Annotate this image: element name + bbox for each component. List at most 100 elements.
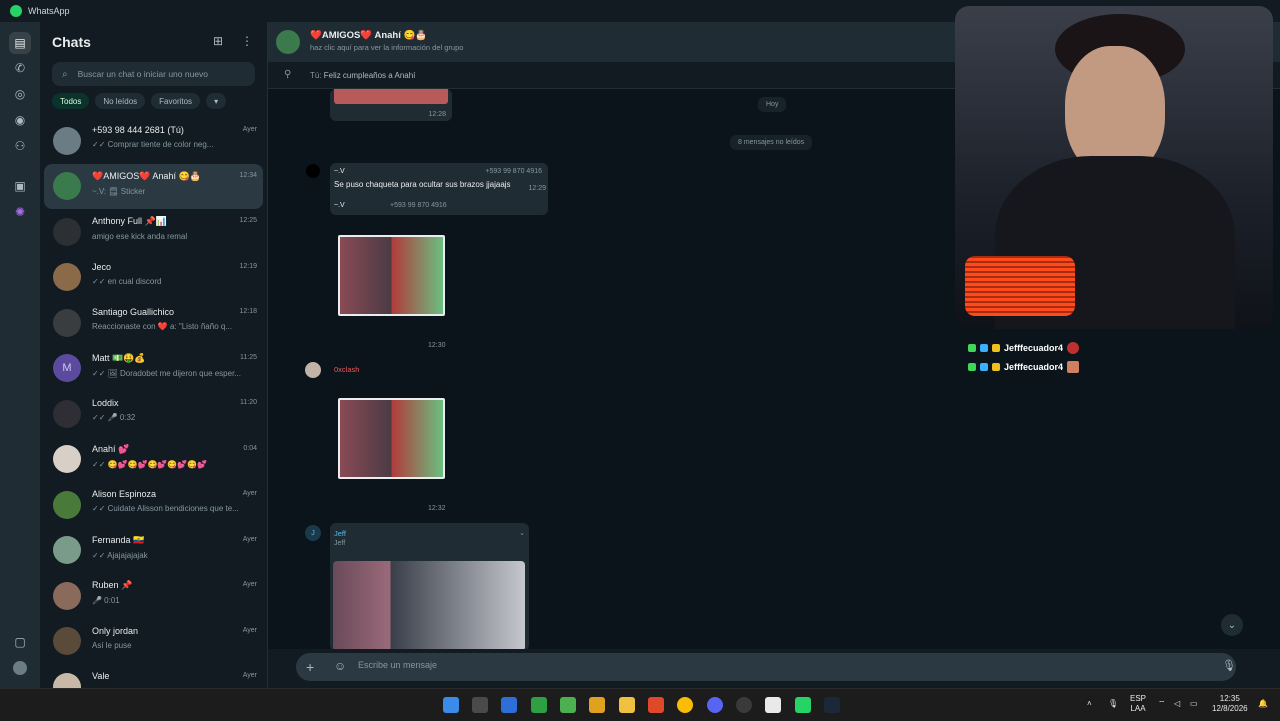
meta-ai-icon[interactable]: ✺ (12, 204, 28, 220)
sticker-image[interactable] (338, 398, 445, 479)
chat-preview: ✓✓ 🎤 0:32 (92, 413, 136, 422)
chrome-icon[interactable] (677, 697, 693, 713)
filter-unread[interactable]: No leídos (95, 93, 146, 109)
alert-row: Jefffecuador4 (968, 338, 1080, 357)
mic-icon[interactable]: 🎙 (1222, 659, 1236, 672)
chat-item[interactable]: Santiago Guallichico 12:18 Reaccionaste co… (40, 300, 267, 346)
whatsapp-taskbar-icon[interactable] (795, 697, 811, 713)
message-text: Se puso chaqueta para ocultar sus brazos… (334, 180, 511, 189)
calls-icon[interactable]: ✆ (12, 60, 28, 76)
language-indicator[interactable]: ESP LAA (1130, 694, 1146, 714)
discord-icon[interactable] (707, 697, 723, 713)
chat-time: 0:04 (243, 444, 257, 452)
image-thumbnail[interactable] (333, 561, 525, 649)
archived-icon[interactable]: ▣ (12, 178, 28, 194)
chat-item[interactable]: Vale Ayer (40, 664, 267, 688)
alert-username: Jefffecuador4 (1004, 361, 1064, 372)
notification-icon[interactable]: 🔔 (1258, 699, 1268, 709)
image-message-bubble[interactable]: Jeff Jeff ⌄ (330, 523, 529, 649)
chat-name: Vale (92, 671, 110, 681)
message-phone: +593 99 870 4916 (485, 168, 542, 175)
chat-item[interactable]: Anthony Full 📌📊 12:25 amigo ese kick anda … (40, 209, 267, 255)
filter-chips: Todos No leídos Favoritos ▾ (52, 93, 227, 109)
avatar[interactable] (306, 164, 320, 178)
image-message-bubble[interactable]: 12:28 (330, 89, 452, 121)
chat-name: Alison Espinoza (92, 489, 157, 499)
group-subtitle: haz clic aquí para ver la información de… (310, 43, 464, 52)
chat-name: Anthony Full 📌📊 (92, 216, 167, 226)
widgets-icon[interactable] (472, 697, 488, 713)
unread-label: 8 mensajes no leídos (730, 135, 813, 150)
search-input[interactable] (75, 68, 250, 80)
media-icon[interactable]: ▢ (12, 634, 28, 650)
text-message-bubble[interactable]: ~.V +593 99 870 4916 Se puso chaqueta pa… (330, 163, 548, 215)
chats-icon[interactable]: ▤ (9, 32, 31, 54)
menu-icon[interactable]: ⋮ (241, 34, 253, 48)
chat-item[interactable]: +593 98 444 2681 (Tú) Ayer ✓✓ Comprar tien… (40, 118, 267, 164)
webcam-lamp (965, 256, 1075, 316)
status-icon[interactable]: ◎ (12, 86, 28, 102)
tray-chevron-icon[interactable]: ˄ (1087, 699, 1092, 709)
xbox-icon[interactable] (531, 697, 547, 713)
chat-time: 11:20 (240, 399, 257, 406)
store-icon[interactable] (501, 697, 517, 713)
clock[interactable]: 12:35 12/8/2026 (1212, 694, 1248, 714)
brave-icon[interactable] (648, 697, 664, 713)
avatar (53, 536, 81, 565)
steam-icon[interactable] (824, 697, 840, 713)
chat-name: Only jordan (92, 625, 139, 636)
profile-avatar[interactable] (12, 660, 28, 676)
chat-item[interactable]: Loddix 11:20 ✓✓ 🎤 0:32 (40, 391, 267, 437)
chat-time: Ayer (242, 581, 257, 588)
communities-icon[interactable]: ⚇ (12, 138, 28, 154)
emoji-icon[interactable]: ☺ (334, 659, 346, 673)
chat-item-selected[interactable]: ❤️AMIGOS❤️ Anahí 😋🎂 12:34 ~.V: 🗒 Sticker (44, 163, 263, 209)
sticker-image[interactable] (338, 235, 445, 316)
chat-item[interactable]: Ruben 📌 Ayer 🎤 0:01 (40, 573, 267, 619)
avatar (53, 126, 81, 155)
volume-icon[interactable]: ◁ (1174, 699, 1180, 709)
filter-all[interactable]: Todos (52, 93, 90, 109)
avatar[interactable] (305, 362, 321, 378)
chat-time: 12:18 (239, 308, 257, 315)
channels-icon[interactable]: ◉ (12, 112, 28, 128)
composer-box[interactable]: + ☺ (296, 653, 1236, 681)
chat-item[interactable]: Alison Espinoza Ayer ✓✓ Cuidate Alisson be… (40, 482, 267, 528)
chat-name: Loddix (92, 398, 119, 408)
capcut-icon[interactable] (765, 697, 781, 713)
obs-icon[interactable] (736, 697, 752, 713)
search-box[interactable]: ⌕ (52, 62, 255, 86)
attach-icon[interactable]: + (306, 659, 314, 675)
webcam-overlay (955, 6, 1273, 329)
chevron-down-icon[interactable]: ⌄ (519, 529, 525, 537)
chat-item[interactable]: Only jordan Ayer Así le puse (40, 619, 267, 665)
chat-list: +593 98 444 2681 (Tú) Ayer ✓✓ Comprar tien… (40, 118, 267, 688)
emote-icon (1067, 341, 1080, 354)
battery-icon[interactable]: ▭ (1190, 699, 1198, 709)
badge-icon (992, 362, 1000, 371)
avatar[interactable]: J (305, 525, 321, 541)
group-avatar[interactable] (276, 30, 300, 54)
wifi-icon[interactable]: ⌔ (1158, 699, 1166, 709)
message-input[interactable] (356, 659, 1160, 671)
chat-time: Ayer (242, 490, 257, 497)
chat-preview: ✓✓ 😋💕😋💕😋💕😋💕😋💕 (92, 459, 208, 469)
image-thumbnail[interactable] (334, 89, 448, 104)
new-chat-icon[interactable]: ⊞ (213, 34, 223, 48)
avatar (53, 308, 81, 337)
search-icon: ⌕ (62, 68, 68, 80)
filter-more[interactable]: ▾ (206, 93, 227, 109)
chat-item[interactable]: Jeco 12:19 ✓✓ en cual discord (40, 255, 267, 301)
chat-item[interactable]: M Matt 💵🤑💰 11:25 ✓✓ 🖼 Doradobet me dijeron … (40, 346, 267, 392)
chat-name: +593 98 444 2681 (Tú) (92, 125, 184, 135)
folder-icon[interactable] (619, 697, 635, 713)
mic-tray-icon[interactable]: 🎙 (1108, 699, 1118, 709)
scroll-down-button[interactable]: ⌄ (1221, 614, 1243, 636)
start-icon[interactable] (443, 697, 459, 713)
chat-preview: Así le puse (92, 640, 132, 650)
filter-favorites[interactable]: Favoritos (151, 93, 201, 109)
chat-item[interactable]: Anahí 💕 0:04 ✓✓ 😋💕😋💕😋💕😋💕😋💕 (40, 437, 267, 483)
game-icon[interactable] (589, 697, 605, 713)
chat-item[interactable]: Fernanda 🇪🇨 Ayer ✓✓ Ajajajajajak (40, 528, 267, 574)
minecraft-icon[interactable] (560, 697, 576, 713)
